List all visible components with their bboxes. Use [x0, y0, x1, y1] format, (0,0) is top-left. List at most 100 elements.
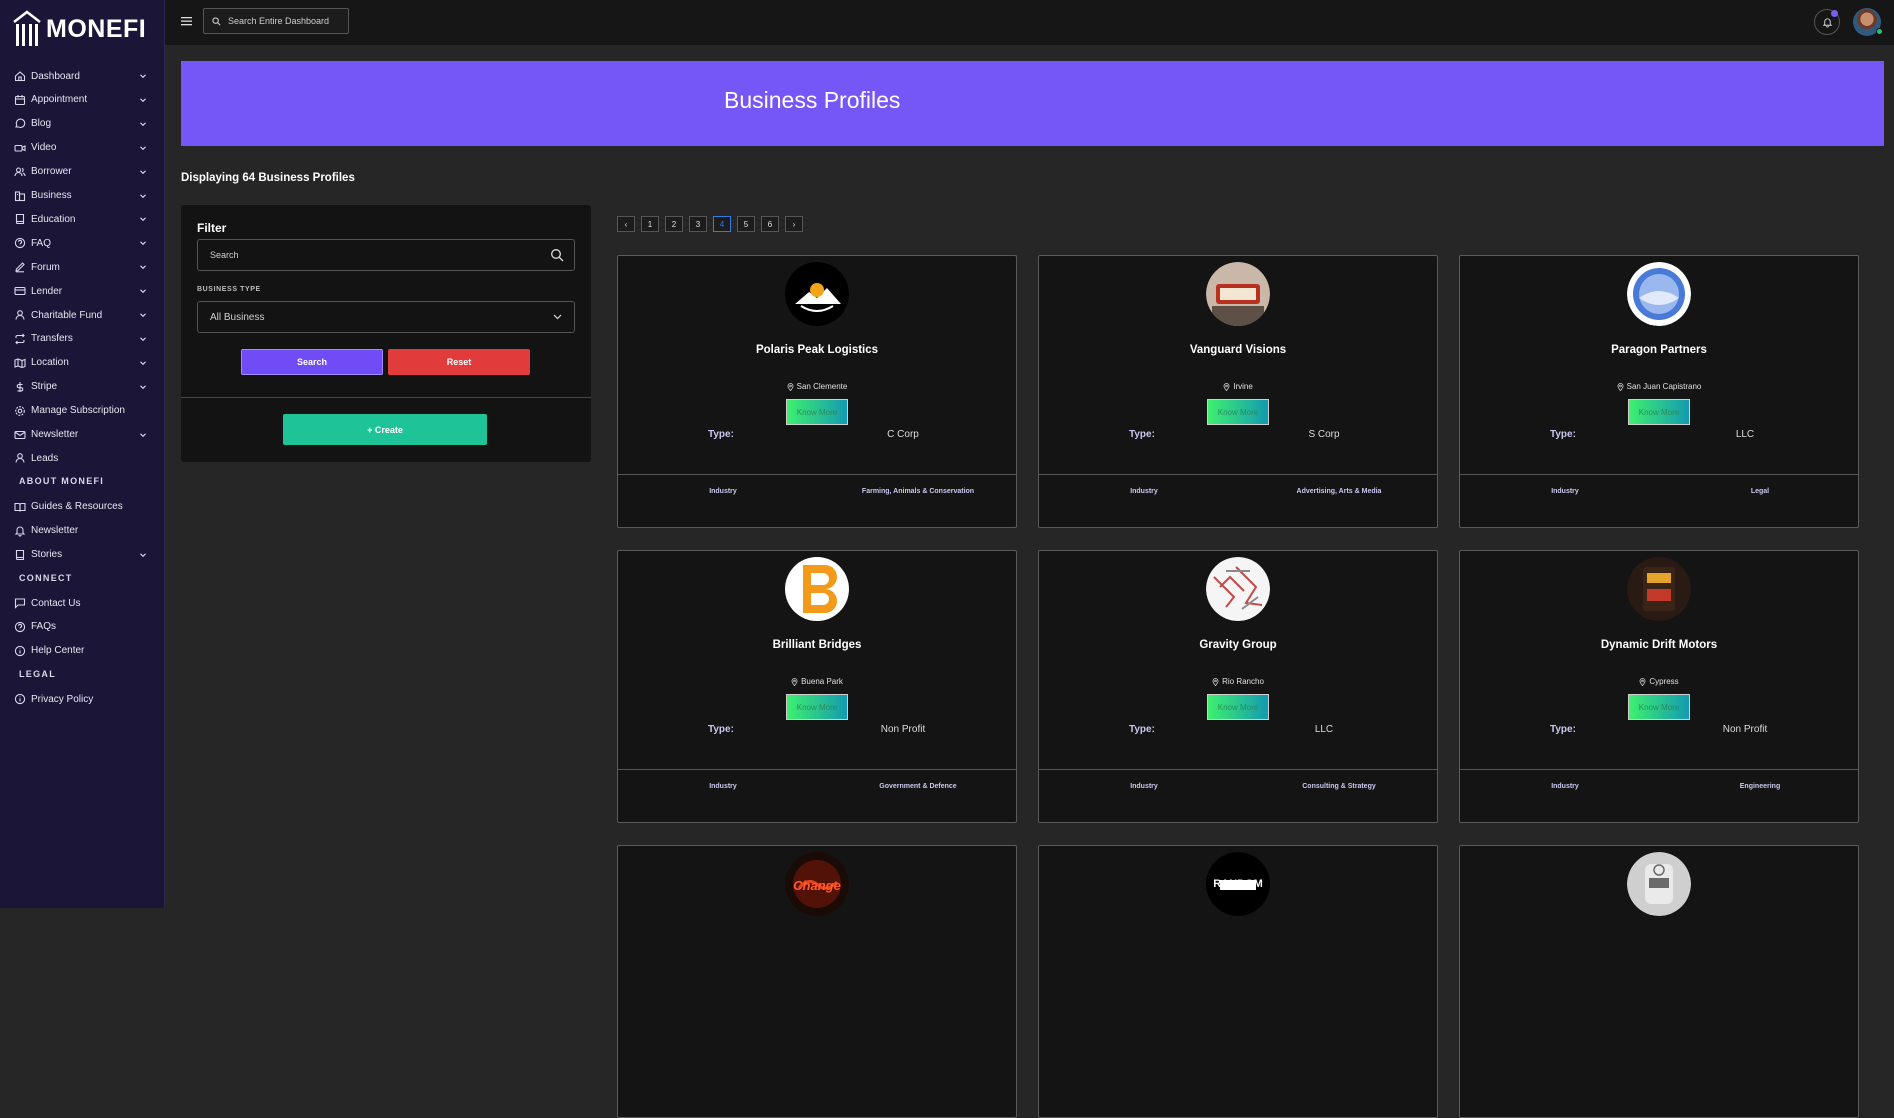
- business-location-text: Rio Rancho: [1222, 677, 1264, 686]
- sidebar-item-label: Manage Subscription: [31, 405, 125, 417]
- business-card[interactable]: Vanguard Visions Irvine Know More Type: …: [1038, 255, 1438, 528]
- filter-title: Filter: [197, 221, 227, 235]
- business-logo-image: [1627, 557, 1691, 621]
- business-card[interactable]: Brilliant Bridges Buena Park Know More T…: [617, 550, 1017, 823]
- business-type-select[interactable]: All Business: [197, 301, 575, 333]
- dashboard-search-placeholder: Search Entire Dashboard: [228, 16, 330, 26]
- sidebar-item-education[interactable]: Education: [0, 207, 165, 231]
- business-location-text: Buena Park: [801, 677, 843, 686]
- brand-name: MONEFI: [46, 14, 147, 43]
- pagination-prev-button[interactable]: ‹: [617, 216, 635, 232]
- reset-button[interactable]: Reset: [388, 349, 530, 375]
- sidebar-item-label: Video: [31, 142, 57, 154]
- sidebar-item-charitable-fund[interactable]: Charitable Fund: [0, 303, 165, 327]
- sidebar-item-manage-subscription[interactable]: Manage Subscription: [0, 399, 165, 423]
- know-more-button[interactable]: Know More: [1207, 694, 1269, 720]
- business-name[interactable]: Gravity Group: [1039, 639, 1437, 651]
- know-more-button[interactable]: Know More: [1207, 399, 1269, 425]
- sidebar-item-forum[interactable]: Forum: [0, 255, 165, 279]
- business-card[interactable]: Paragon Partners San Juan Capistrano Kno…: [1459, 255, 1859, 528]
- pagination-next-button[interactable]: ›: [785, 216, 803, 232]
- industry-value: Legal: [1750, 488, 1770, 495]
- chevron-down-icon: [140, 265, 146, 270]
- sidebar-item-location[interactable]: Location: [0, 351, 165, 375]
- location-pin-icon: [1212, 677, 1219, 686]
- pagination-page-3[interactable]: 3: [689, 216, 707, 232]
- know-more-button[interactable]: Know More: [1628, 399, 1690, 425]
- sidebar-item-lender[interactable]: Lender: [0, 279, 165, 303]
- book-open-icon: [14, 502, 26, 512]
- business-name[interactable]: Brilliant Bridges: [618, 639, 1016, 651]
- chevron-down-icon: [140, 313, 146, 318]
- search-icon[interactable]: [550, 248, 564, 262]
- business-logo-image: [1627, 852, 1691, 916]
- sidebar-item-borrower[interactable]: Borrower: [0, 160, 165, 184]
- business-location: San Clemente: [618, 382, 1016, 391]
- sidebar-section-heading: LEGAL: [19, 668, 56, 679]
- industry-value: Farming, Animals & Conservation: [861, 488, 975, 495]
- brand-logo[interactable]: MONEFI: [12, 9, 146, 49]
- sidebar-item-faq[interactable]: FAQ: [0, 231, 165, 255]
- business-name[interactable]: Vanguard Visions: [1039, 344, 1437, 356]
- filter-search-input[interactable]: Search: [197, 239, 575, 271]
- sidebar-item-business[interactable]: Business: [0, 184, 165, 208]
- create-button[interactable]: + Create: [283, 414, 487, 445]
- business-type-key: Type:: [708, 429, 734, 440]
- pagination-page-6[interactable]: 6: [761, 216, 779, 232]
- business-card[interactable]: Gravity Group Rio Rancho Know More Type:…: [1038, 550, 1438, 823]
- notifications-button[interactable]: [1814, 9, 1840, 35]
- sidebar-item-appointment[interactable]: Appointment: [0, 88, 165, 112]
- sidebar-item-blog[interactable]: Blog: [0, 112, 165, 136]
- chevron-down-icon: [140, 289, 146, 294]
- business-card[interactable]: [1459, 845, 1859, 1118]
- business-name[interactable]: Paragon Partners: [1460, 344, 1858, 356]
- pagination-page-1[interactable]: 1: [641, 216, 659, 232]
- chevron-down-icon: [140, 241, 146, 246]
- sidebar-item-transfers[interactable]: Transfers: [0, 327, 165, 351]
- business-card[interactable]: Polaris Peak Logistics San Clemente Know…: [617, 255, 1017, 528]
- sidebar-item-newsletter[interactable]: Newsletter: [0, 423, 165, 447]
- business-name[interactable]: Dynamic Drift Motors: [1460, 639, 1858, 651]
- business-logo: Change: [785, 852, 849, 916]
- know-more-button[interactable]: Know More: [786, 694, 848, 720]
- calendar-icon: [14, 94, 26, 105]
- business-name[interactable]: Polaris Peak Logistics: [618, 344, 1016, 356]
- sidebar-item-privacy-policy[interactable]: Privacy Policy: [0, 687, 165, 711]
- chevron-down-icon: [140, 122, 146, 126]
- sidebar-item-stories[interactable]: Stories: [0, 543, 165, 567]
- sidebar-item-label: Help Center: [31, 645, 85, 657]
- business-logo: [1206, 557, 1270, 621]
- sidebar-item-video[interactable]: Video: [0, 136, 165, 160]
- business-card[interactable]: RANDOM: [1038, 845, 1438, 1118]
- hamburger-menu-icon[interactable]: [180, 14, 194, 28]
- sidebar-item-newsletter[interactable]: Newsletter: [0, 519, 165, 543]
- sidebar-item-stripe[interactable]: Stripe: [0, 375, 165, 399]
- home-icon: [14, 71, 26, 82]
- sidebar-item-help-center[interactable]: Help Center: [0, 639, 165, 663]
- pagination-page-5[interactable]: 5: [737, 216, 755, 232]
- topbar: Search Entire Dashboard: [165, 0, 1894, 45]
- sidebar-item-dashboard[interactable]: Dashboard: [0, 64, 165, 88]
- business-card[interactable]: Dynamic Drift Motors Cypress Know More T…: [1459, 550, 1859, 823]
- dashboard-search-input[interactable]: Search Entire Dashboard: [203, 8, 349, 34]
- know-more-button[interactable]: Know More: [786, 399, 848, 425]
- chat-icon: [15, 118, 26, 128]
- sidebar-item-leads[interactable]: Leads: [0, 446, 165, 470]
- business-logo-image: [1206, 557, 1270, 621]
- business-logo: [785, 557, 849, 621]
- logo-text: Change: [793, 878, 841, 893]
- business-logo-image: [1627, 262, 1691, 326]
- card-divider: [618, 474, 1016, 475]
- sidebar-item-label: Blog: [31, 118, 52, 130]
- sidebar-item-faqs[interactable]: FAQs: [0, 615, 165, 639]
- sidebar-item-contact-us[interactable]: Contact Us: [0, 591, 165, 615]
- pagination-page-2[interactable]: 2: [665, 216, 683, 232]
- business-card[interactable]: Change: [617, 845, 1017, 1118]
- sidebar-item-guides-resources[interactable]: Guides & Resources: [0, 495, 165, 519]
- sidebar-section-heading: CONNECT: [19, 572, 73, 583]
- pagination-page-4[interactable]: 4: [713, 216, 731, 232]
- sidebar-item-label: Transfers: [31, 333, 73, 345]
- search-button[interactable]: Search: [241, 349, 383, 375]
- know-more-button[interactable]: Know More: [1628, 694, 1690, 720]
- sidebar-item-label: Privacy Policy: [31, 693, 94, 705]
